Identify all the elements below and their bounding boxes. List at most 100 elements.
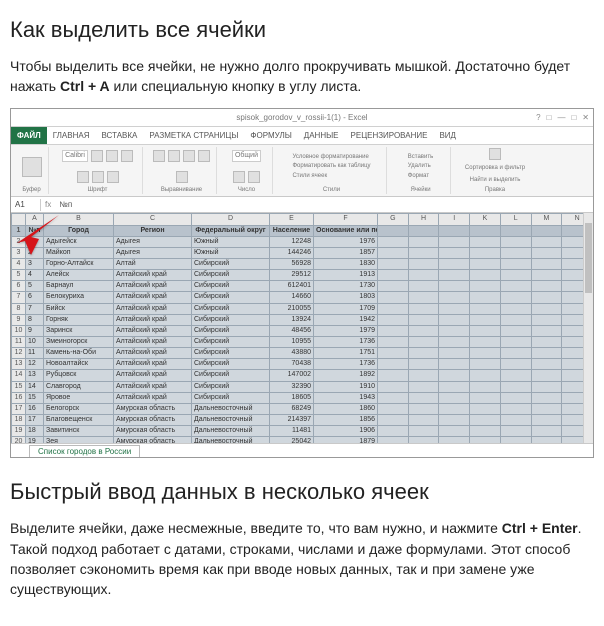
cell[interactable]: Благовещенск	[44, 415, 114, 426]
cell[interactable]	[470, 303, 501, 314]
font-color-icon[interactable]	[107, 171, 119, 183]
cell[interactable]	[378, 247, 409, 258]
cell[interactable]: 18605	[270, 392, 314, 403]
cell[interactable]: 19	[26, 437, 44, 444]
find-select-button[interactable]: Найти и выделить	[470, 176, 521, 185]
cell[interactable]	[439, 426, 470, 437]
cell[interactable]	[500, 314, 531, 325]
cell[interactable]	[531, 426, 562, 437]
cell[interactable]: Завитинск	[44, 426, 114, 437]
row-header[interactable]: 17	[12, 403, 26, 414]
cell[interactable]	[439, 225, 470, 236]
column-header[interactable]: L	[500, 214, 531, 225]
cell[interactable]: Алтайский край	[114, 281, 192, 292]
cell[interactable]: 147002	[270, 370, 314, 381]
cell[interactable]: 1913	[314, 270, 378, 281]
cell[interactable]: Амурская область	[114, 415, 192, 426]
cell[interactable]	[470, 270, 501, 281]
cell[interactable]	[378, 392, 409, 403]
cell[interactable]: 144246	[270, 247, 314, 258]
minimize-icon[interactable]: —	[557, 112, 565, 124]
cell[interactable]: Амурская область	[114, 403, 192, 414]
cell[interactable]	[439, 292, 470, 303]
cell[interactable]	[408, 370, 439, 381]
cell[interactable]	[408, 236, 439, 247]
cell[interactable]	[378, 281, 409, 292]
column-header[interactable]: E	[270, 214, 314, 225]
format-as-table-button[interactable]: Форматировать как таблицу	[292, 162, 370, 171]
cell[interactable]	[408, 437, 439, 444]
insert-cells-button[interactable]: Вставить	[408, 153, 433, 162]
cell[interactable]: Камень-на-Оби	[44, 348, 114, 359]
cell[interactable]	[531, 370, 562, 381]
cell[interactable]: 1751	[314, 348, 378, 359]
currency-icon[interactable]	[233, 171, 245, 183]
delete-cells-button[interactable]: Удалить	[408, 162, 431, 171]
cell[interactable]: Сибирский	[192, 348, 270, 359]
column-header[interactable]: H	[408, 214, 439, 225]
cell[interactable]: 70438	[270, 359, 314, 370]
cell[interactable]	[408, 348, 439, 359]
cell[interactable]: 12	[26, 359, 44, 370]
cell[interactable]: 1856	[314, 415, 378, 426]
cell[interactable]	[470, 247, 501, 258]
row-header[interactable]: 10	[12, 325, 26, 336]
cell[interactable]	[531, 348, 562, 359]
cell[interactable]	[470, 359, 501, 370]
sheet-table[interactable]: ABCDEFGHIKLMN 1№пГородРегионФедеральный …	[11, 213, 593, 443]
cell[interactable]: Алейск	[44, 270, 114, 281]
tab-view[interactable]: ВИД	[433, 127, 462, 145]
cell[interactable]: Амурская область	[114, 437, 192, 444]
cell[interactable]: 10	[26, 337, 44, 348]
cell[interactable]: 612401	[270, 281, 314, 292]
cell[interactable]	[378, 403, 409, 414]
sort-filter-button[interactable]: Сортировка и фильтр	[465, 164, 525, 173]
cell[interactable]	[408, 314, 439, 325]
cell[interactable]	[500, 281, 531, 292]
cell[interactable]	[470, 236, 501, 247]
cell[interactable]	[439, 337, 470, 348]
cell[interactable]: 56928	[270, 259, 314, 270]
cell[interactable]: Алтайский край	[114, 381, 192, 392]
cell[interactable]	[500, 270, 531, 281]
cell[interactable]	[531, 259, 562, 270]
cell[interactable]	[439, 325, 470, 336]
cell[interactable]: 14	[26, 381, 44, 392]
cell[interactable]: Амурская область	[114, 426, 192, 437]
column-header[interactable]: D	[192, 214, 270, 225]
conditional-formatting-button[interactable]: Условное форматирование	[292, 153, 368, 162]
cell[interactable]	[531, 303, 562, 314]
cell[interactable]	[439, 281, 470, 292]
cell[interactable]	[378, 292, 409, 303]
cell-styles-button[interactable]: Стили ячеек	[292, 172, 327, 181]
row-header[interactable]: 9	[12, 314, 26, 325]
cell[interactable]	[378, 236, 409, 247]
cell[interactable]	[408, 337, 439, 348]
cell[interactable]	[408, 392, 439, 403]
cell[interactable]: 17	[26, 415, 44, 426]
tab-home[interactable]: ГЛАВНАЯ	[47, 127, 96, 145]
cell[interactable]	[439, 314, 470, 325]
cell[interactable]	[378, 337, 409, 348]
cell[interactable]	[531, 281, 562, 292]
cell[interactable]	[408, 247, 439, 258]
cell[interactable]	[470, 225, 501, 236]
help-icon[interactable]: ?	[536, 112, 540, 124]
cell[interactable]	[408, 426, 439, 437]
cell[interactable]: 1943	[314, 392, 378, 403]
cell[interactable]: Сибирский	[192, 359, 270, 370]
cell[interactable]	[378, 370, 409, 381]
sheet-tab[interactable]: Список городов в России	[29, 445, 140, 458]
cell[interactable]: 1803	[314, 292, 378, 303]
cell[interactable]	[439, 270, 470, 281]
cell[interactable]	[439, 403, 470, 414]
cell[interactable]: Рубцовск	[44, 370, 114, 381]
tab-review[interactable]: РЕЦЕНЗИРОВАНИЕ	[345, 127, 434, 145]
cell[interactable]: Бийск	[44, 303, 114, 314]
number-format-select[interactable]: Общий	[232, 150, 261, 162]
cell[interactable]	[500, 381, 531, 392]
row-header[interactable]: 18	[12, 415, 26, 426]
cell[interactable]	[378, 303, 409, 314]
cell[interactable]	[500, 303, 531, 314]
cell[interactable]	[470, 281, 501, 292]
